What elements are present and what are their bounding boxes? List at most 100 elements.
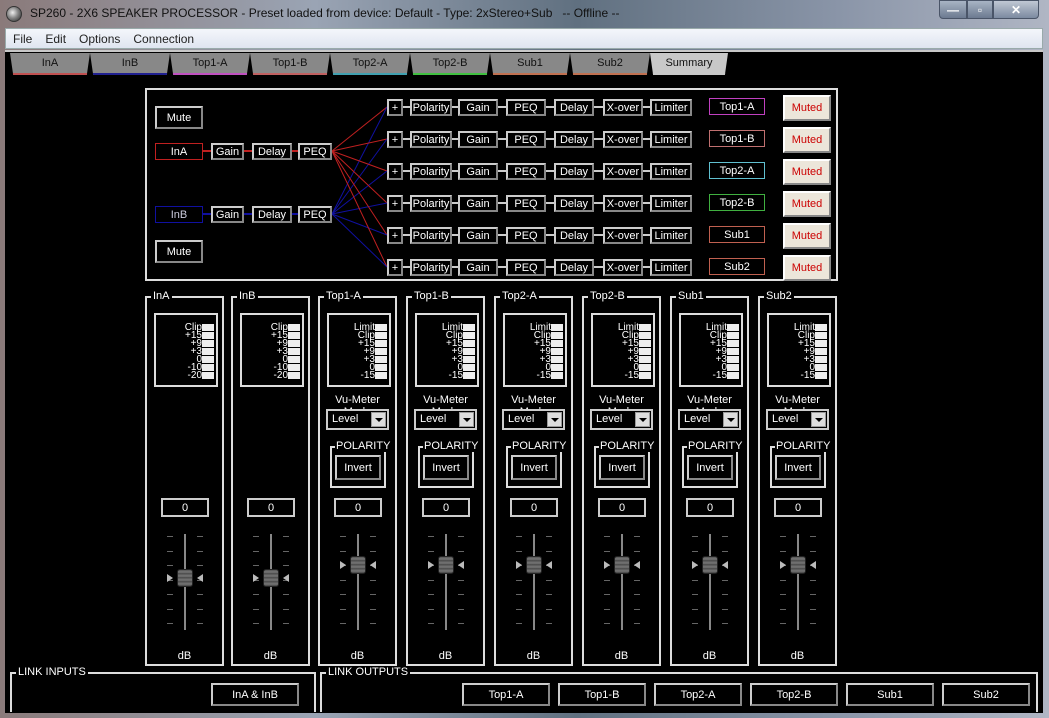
sub1-gain-block[interactable]: Gain xyxy=(458,227,498,244)
gain-fader-top1-b[interactable] xyxy=(422,531,470,631)
fader-knob[interactable] xyxy=(526,556,542,574)
gain-value-top2-b[interactable]: 0 xyxy=(598,498,646,517)
gain-fader-top2-b[interactable] xyxy=(598,531,646,631)
gain-value-ina[interactable]: 0 xyxy=(161,498,209,517)
gain-fader-top2-a[interactable] xyxy=(510,531,558,631)
link-output-button-top2-b[interactable]: Top2-B xyxy=(750,683,838,706)
muted-button-top1-b[interactable]: Muted xyxy=(783,127,831,153)
tab-ina[interactable]: InA xyxy=(10,53,90,75)
dropdown-arrow-icon[interactable] xyxy=(635,412,650,427)
minimize-button[interactable]: — xyxy=(939,0,967,19)
top2-a-sum-block[interactable]: + xyxy=(387,163,403,180)
sub1-x-over-block[interactable]: X-over xyxy=(603,227,643,244)
output-label-top2-a[interactable]: Top2-A xyxy=(709,162,765,179)
tab-top1-a[interactable]: Top1-A xyxy=(170,53,250,75)
gain-value-top1-b[interactable]: 0 xyxy=(422,498,470,517)
top1-b-peq-block[interactable]: PEQ xyxy=(506,131,546,148)
fader-track[interactable] xyxy=(621,534,623,630)
ina-peq-block[interactable]: PEQ xyxy=(298,143,332,160)
top1-a-sum-block[interactable]: + xyxy=(387,99,403,116)
muted-button-sub1[interactable]: Muted xyxy=(783,223,831,249)
top2-a-delay-block[interactable]: Delay xyxy=(554,163,594,180)
top1-b-polarity-block[interactable]: Polarity xyxy=(410,131,452,148)
tab-sub2[interactable]: Sub2 xyxy=(570,53,650,75)
vu-mode-select-top2-b[interactable]: Level xyxy=(590,409,653,430)
mute-button-inb[interactable]: Mute xyxy=(155,240,203,263)
output-label-top2-b[interactable]: Top2-B xyxy=(709,194,765,211)
top2-a-limiter-block[interactable]: Limiter xyxy=(650,163,692,180)
link-output-button-top1-a[interactable]: Top1-A xyxy=(462,683,550,706)
top1-a-delay-block[interactable]: Delay xyxy=(554,99,594,116)
top1-b-gain-block[interactable]: Gain xyxy=(458,131,498,148)
gain-value-top2-a[interactable]: 0 xyxy=(510,498,558,517)
fader-knob[interactable] xyxy=(263,569,279,587)
output-label-sub1[interactable]: Sub1 xyxy=(709,226,765,243)
top1-b-x-over-block[interactable]: X-over xyxy=(603,131,643,148)
fader-knob[interactable] xyxy=(614,556,630,574)
tab-sub1[interactable]: Sub1 xyxy=(490,53,570,75)
tab-inb[interactable]: InB xyxy=(90,53,170,75)
invert-button-sub2[interactable]: Invert xyxy=(775,455,821,480)
invert-button-top2-b[interactable]: Invert xyxy=(599,455,645,480)
fader-knob[interactable] xyxy=(702,556,718,574)
ina-gain-block[interactable]: Gain xyxy=(211,143,244,160)
close-button[interactable]: ✕ xyxy=(993,0,1039,19)
sub1-peq-block[interactable]: PEQ xyxy=(506,227,546,244)
muted-button-top2-b[interactable]: Muted xyxy=(783,191,831,217)
input-label-ina[interactable]: InA xyxy=(155,143,203,160)
top1-b-limiter-block[interactable]: Limiter xyxy=(650,131,692,148)
mute-button-ina[interactable]: Mute xyxy=(155,106,203,129)
top1-b-sum-block[interactable]: + xyxy=(387,131,403,148)
top2-a-polarity-block[interactable]: Polarity xyxy=(410,163,452,180)
top2-a-gain-block[interactable]: Gain xyxy=(458,163,498,180)
link-output-button-sub2[interactable]: Sub2 xyxy=(942,683,1030,706)
fader-knob[interactable] xyxy=(177,569,193,587)
gain-fader-ina[interactable] xyxy=(161,531,209,631)
inb-delay-block[interactable]: Delay xyxy=(252,206,292,223)
top2-b-x-over-block[interactable]: X-over xyxy=(603,195,643,212)
sub2-x-over-block[interactable]: X-over xyxy=(603,259,643,276)
muted-button-top2-a[interactable]: Muted xyxy=(783,159,831,185)
vu-mode-select-top2-a[interactable]: Level xyxy=(502,409,565,430)
inb-gain-block[interactable]: Gain xyxy=(211,206,244,223)
dropdown-arrow-icon[interactable] xyxy=(459,412,474,427)
top2-a-peq-block[interactable]: PEQ xyxy=(506,163,546,180)
gain-fader-top1-a[interactable] xyxy=(334,531,382,631)
tab-summary[interactable]: Summary xyxy=(650,53,728,75)
output-label-sub2[interactable]: Sub2 xyxy=(709,258,765,275)
muted-button-sub2[interactable]: Muted xyxy=(783,255,831,281)
vu-mode-select-top1-a[interactable]: Level xyxy=(326,409,389,430)
gain-fader-sub1[interactable] xyxy=(686,531,734,631)
fader-knob[interactable] xyxy=(790,556,806,574)
gain-fader-sub2[interactable] xyxy=(774,531,822,631)
fader-track[interactable] xyxy=(533,534,535,630)
top1-a-gain-block[interactable]: Gain xyxy=(458,99,498,116)
top1-a-peq-block[interactable]: PEQ xyxy=(506,99,546,116)
maximize-button[interactable]: ▫ xyxy=(967,0,993,19)
gain-value-top1-a[interactable]: 0 xyxy=(334,498,382,517)
invert-button-top2-a[interactable]: Invert xyxy=(511,455,557,480)
sub2-sum-block[interactable]: + xyxy=(387,259,403,276)
link-output-button-sub1[interactable]: Sub1 xyxy=(846,683,934,706)
top1-a-x-over-block[interactable]: X-over xyxy=(603,99,643,116)
sub2-polarity-block[interactable]: Polarity xyxy=(410,259,452,276)
gain-fader-inb[interactable] xyxy=(247,531,295,631)
inb-peq-block[interactable]: PEQ xyxy=(298,206,332,223)
tab-top1-b[interactable]: Top1-B xyxy=(250,53,330,75)
gain-value-sub2[interactable]: 0 xyxy=(774,498,822,517)
fader-track[interactable] xyxy=(709,534,711,630)
ina-delay-block[interactable]: Delay xyxy=(252,143,292,160)
fader-track[interactable] xyxy=(797,534,799,630)
dropdown-arrow-icon[interactable] xyxy=(547,412,562,427)
top2-b-limiter-block[interactable]: Limiter xyxy=(650,195,692,212)
fader-knob[interactable] xyxy=(350,556,366,574)
gain-value-sub1[interactable]: 0 xyxy=(686,498,734,517)
top2-b-peq-block[interactable]: PEQ xyxy=(506,195,546,212)
sub2-delay-block[interactable]: Delay xyxy=(554,259,594,276)
menu-connection[interactable]: Connection xyxy=(126,32,200,46)
vu-mode-select-sub2[interactable]: Level xyxy=(766,409,829,430)
top2-a-x-over-block[interactable]: X-over xyxy=(603,163,643,180)
invert-button-top1-b[interactable]: Invert xyxy=(423,455,469,480)
link-output-button-top2-a[interactable]: Top2-A xyxy=(654,683,742,706)
dropdown-arrow-icon[interactable] xyxy=(723,412,738,427)
